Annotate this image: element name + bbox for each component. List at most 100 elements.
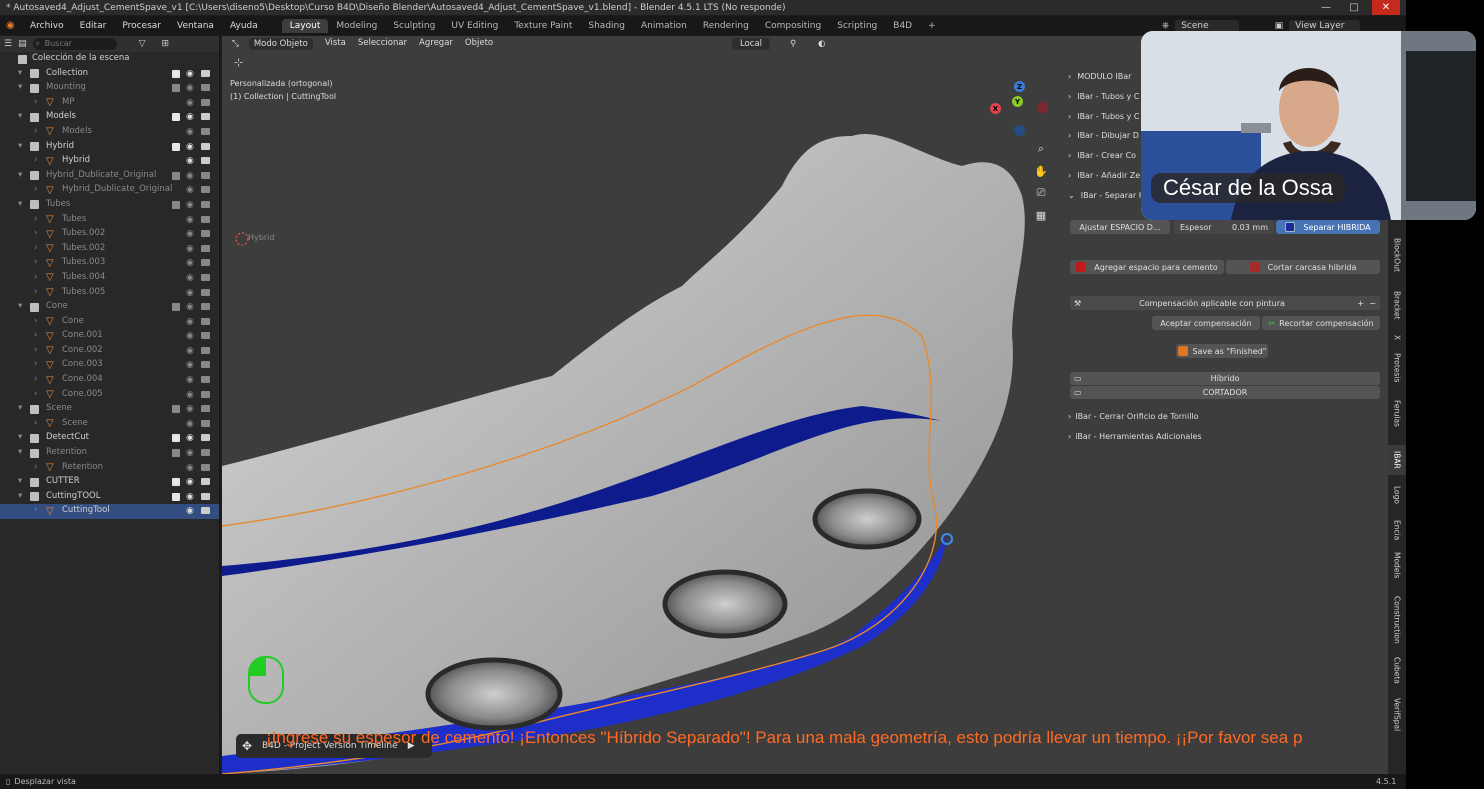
additional-tools-section[interactable]: › iBar - Herramientas Adicionales <box>1068 432 1202 441</box>
eye-icon[interactable]: ◉ <box>186 331 194 341</box>
outliner-row[interactable]: › ▽ Models ◉ <box>0 125 219 140</box>
adjust-space-button[interactable]: Ajustar ESPACIO D... <box>1070 220 1170 234</box>
chevron-right-icon[interactable]: › <box>34 359 37 369</box>
side-tab-encia[interactable]: Encia <box>1388 515 1406 545</box>
outliner-row[interactable]: › ▽ MP ◉ <box>0 96 219 111</box>
outliner-row[interactable]: › ▽ Tubes.005 ◉ <box>0 286 219 301</box>
camera-icon[interactable] <box>201 507 210 515</box>
eye-icon[interactable]: ◉ <box>186 419 194 429</box>
camera-icon[interactable] <box>201 390 210 398</box>
npanel-section[interactable]: › IBar - Dibujar D <box>1068 131 1139 140</box>
outliner-row[interactable]: › ▽ Tubes.004 ◉ <box>0 271 219 286</box>
outliner-row[interactable]: › ▽ Cone.004 ◉ <box>0 373 219 388</box>
chevron-down-icon[interactable]: ▾ <box>18 476 22 486</box>
camera-icon[interactable] <box>201 273 210 281</box>
chevron-down-icon[interactable]: ▾ <box>18 301 22 311</box>
camera-icon[interactable] <box>201 230 210 238</box>
gizmo-neg-z[interactable] <box>1014 125 1025 136</box>
chevron-right-icon[interactable]: › <box>34 272 37 282</box>
npanel-section[interactable]: › IBar - Crear Co <box>1068 151 1136 160</box>
camera-icon[interactable] <box>201 405 210 413</box>
chevron-right-icon[interactable]: › <box>34 330 37 340</box>
workspace-tab-scripting[interactable]: Scripting <box>829 19 885 33</box>
gizmo-x-axis[interactable]: X <box>990 103 1001 114</box>
filter-icon[interactable]: ▽ <box>139 39 146 49</box>
outliner-row[interactable]: › ▽ Cone.001 ◉ <box>0 329 219 344</box>
blender-logo-icon[interactable]: ◉ <box>6 20 20 32</box>
npanel-section[interactable]: › IBar - Añadir Ze <box>1068 171 1140 180</box>
chevron-right-icon[interactable]: › <box>34 184 37 194</box>
camera-icon[interactable] <box>201 492 210 500</box>
eye-icon[interactable]: ◉ <box>186 69 194 79</box>
outliner-row[interactable]: ▾ Scene ◉ <box>0 402 219 417</box>
outliner-search-input[interactable]: ⌕ Buscar <box>32 38 117 50</box>
workspace-tab-texture-paint[interactable]: Texture Paint <box>506 19 580 33</box>
gizmo-z-axis[interactable]: Z <box>1014 81 1025 92</box>
eye-icon[interactable]: ◉ <box>186 390 194 400</box>
chevron-right-icon[interactable]: › <box>34 505 37 515</box>
camera-icon[interactable] <box>201 113 210 121</box>
side-tab-models[interactable]: Models <box>1388 550 1406 580</box>
chevron-right-icon[interactable]: › <box>34 214 37 224</box>
outliner-row[interactable]: › ▽ Tubes.002 ◉ <box>0 227 219 242</box>
outliner-row[interactable]: ▾ Hybrid_Dublicate_Original ◉ <box>0 169 219 184</box>
eye-icon[interactable]: ◉ <box>186 200 194 210</box>
eye-icon[interactable]: ◉ <box>186 288 194 298</box>
chevron-right-icon[interactable]: › <box>34 228 37 238</box>
workspace-tab-sculpting[interactable]: Sculpting <box>385 19 443 33</box>
accept-compensation-button[interactable]: Aceptar compensación <box>1152 316 1260 330</box>
eye-icon[interactable]: ◉ <box>186 215 194 225</box>
camera-view-icon[interactable]: ⎚ <box>1034 186 1048 200</box>
workspace-tab-rendering[interactable]: Rendering <box>695 19 757 33</box>
side-tab-x[interactable]: X <box>1388 330 1406 346</box>
exclude-checkbox[interactable] <box>172 492 180 501</box>
view-layer-selector[interactable]: View Layer <box>1289 19 1361 32</box>
zoom-icon[interactable]: ⌕ <box>1034 142 1048 156</box>
exclude-checkbox[interactable] <box>172 434 180 443</box>
workspace-tab-b4d[interactable]: B4D <box>885 19 920 33</box>
camera-icon[interactable] <box>201 434 210 442</box>
eye-icon[interactable]: ◉ <box>186 477 194 487</box>
cut-shell-button[interactable]: Cortar carcasa hibrida <box>1226 260 1380 274</box>
display-mode-icon[interactable]: ▤ <box>18 39 27 49</box>
chevron-right-icon[interactable]: › <box>34 462 37 472</box>
npanel-section[interactable]: ⌄ IBar - Separar H <box>1068 191 1145 200</box>
menu-ventana[interactable]: Ventana <box>169 21 222 31</box>
eye-icon[interactable]: ◉ <box>186 273 194 283</box>
exclude-checkbox[interactable] <box>172 303 180 312</box>
chevron-right-icon[interactable]: › <box>34 97 37 107</box>
camera-icon[interactable] <box>201 376 210 384</box>
outliner-row[interactable]: ▾ CUTTER ◉ <box>0 475 219 490</box>
chevron-down-icon[interactable]: ▾ <box>18 432 22 442</box>
chevron-right-icon[interactable]: › <box>34 389 37 399</box>
outliner-row[interactable]: ▾ Cone ◉ <box>0 300 219 315</box>
chevron-down-icon[interactable]: ▾ <box>18 403 22 413</box>
camera-icon[interactable] <box>201 419 210 427</box>
eye-icon[interactable]: ◉ <box>186 463 194 473</box>
hybrid-button[interactable]: ▭ Híbrido <box>1070 372 1380 385</box>
eye-icon[interactable]: ◉ <box>186 433 194 443</box>
eye-icon[interactable]: ◉ <box>186 492 194 502</box>
camera-icon[interactable] <box>201 142 210 150</box>
chevron-right-icon[interactable]: › <box>34 374 37 384</box>
exclude-checkbox[interactable] <box>172 69 180 78</box>
exclude-checkbox[interactable] <box>172 171 180 180</box>
outliner-row[interactable]: ▾ Tubes ◉ <box>0 198 219 213</box>
outliner-row[interactable]: › ▽ Retention ◉ <box>0 461 219 476</box>
outliner-row[interactable]: › ▽ Tubes.002 ◉ <box>0 242 219 257</box>
eye-icon[interactable]: ◉ <box>186 244 194 254</box>
chevron-right-icon[interactable]: › <box>34 316 37 326</box>
cutter-button[interactable]: ▭ CORTADOR <box>1070 386 1380 399</box>
outliner-row[interactable]: › ▽ Tubes ◉ <box>0 213 219 228</box>
eye-icon[interactable]: ◉ <box>186 317 194 327</box>
camera-icon[interactable] <box>201 98 210 106</box>
camera-icon[interactable] <box>201 361 210 369</box>
maximize-button[interactable]: □ <box>1340 0 1368 15</box>
camera-icon[interactable] <box>201 244 210 252</box>
scene-selector[interactable]: Scene <box>1175 19 1239 32</box>
side-tab-construction[interactable]: Construction <box>1388 590 1406 650</box>
eye-icon[interactable]: ◉ <box>186 112 194 122</box>
eye-icon[interactable]: ◉ <box>186 127 194 137</box>
eye-icon[interactable]: ◉ <box>186 156 194 166</box>
add-cement-space-button[interactable]: Agregar espacio para cemento <box>1070 260 1224 274</box>
